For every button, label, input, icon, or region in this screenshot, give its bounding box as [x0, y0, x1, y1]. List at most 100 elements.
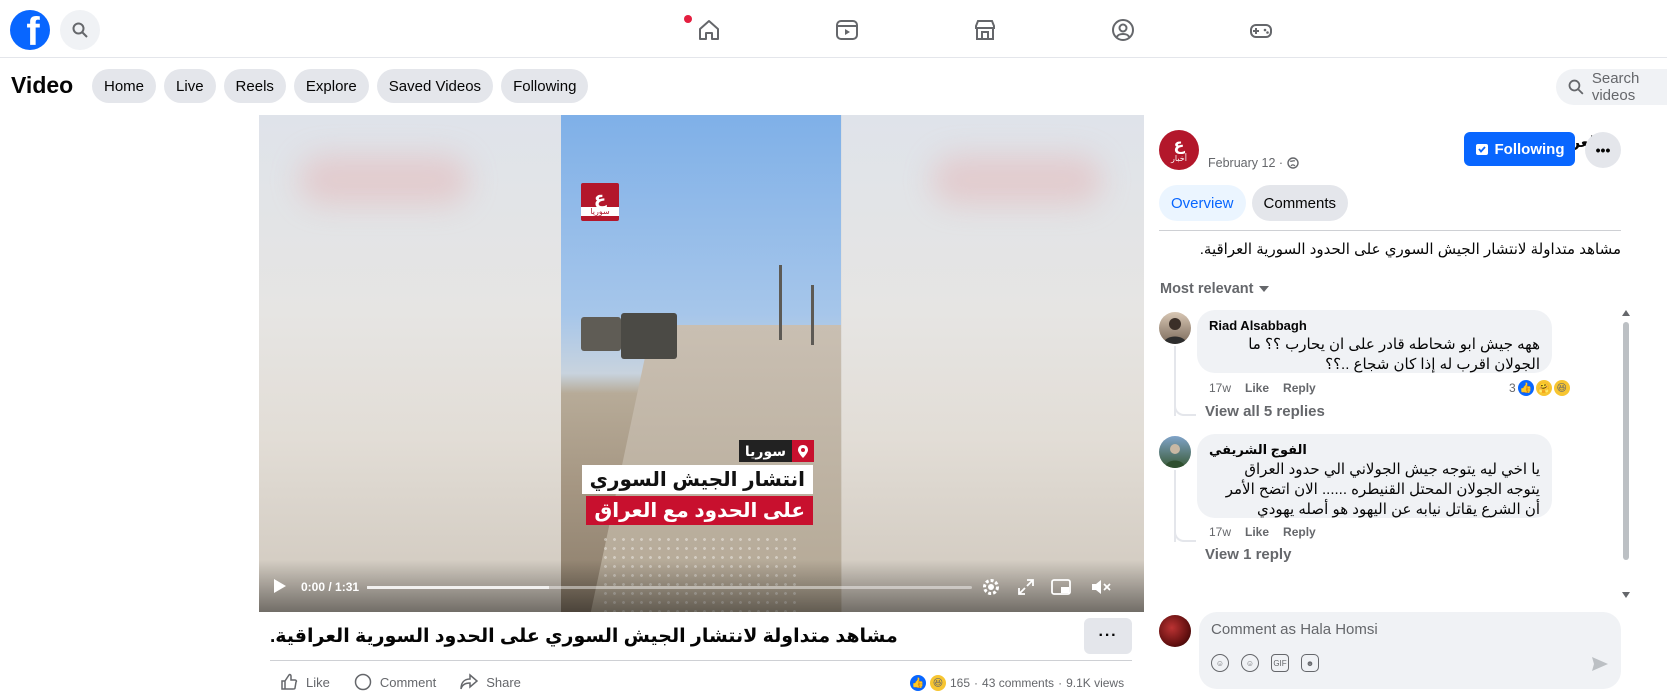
main-nav	[640, 12, 1330, 48]
muted-speaker-icon	[1092, 580, 1111, 594]
video-caption-line1: انتشار الجيش السوري	[581, 465, 813, 494]
post-description: مشاهد متداولة لانتشار الجيش السوري على ا…	[1199, 241, 1621, 258]
view-replies-link[interactable]: View all 5 replies	[1205, 403, 1325, 420]
nav-marketplace[interactable]	[916, 12, 1054, 48]
sticker-icon[interactable]: ☻	[1301, 654, 1319, 672]
tab-overview[interactable]: Overview	[1159, 185, 1246, 221]
fullscreen-button[interactable]	[1014, 575, 1038, 599]
panel-tabs: Overview Comments	[1159, 185, 1349, 221]
person-avatar-icon	[1165, 444, 1185, 468]
avatar-sticker-icon[interactable]: ☺	[1211, 654, 1229, 672]
like-reaction-icon: 👍	[1517, 380, 1534, 396]
post-more-button[interactable]: ···	[1084, 618, 1132, 654]
settings-button[interactable]	[979, 575, 1003, 599]
scroll-up-arrow-icon	[1622, 310, 1630, 316]
comment-sort-dropdown[interactable]: Most relevant	[1160, 281, 1270, 297]
comment-like-button[interactable]: Like	[1245, 525, 1269, 539]
divider	[1159, 230, 1621, 231]
search-icon	[1568, 79, 1584, 95]
progress-bar[interactable]	[367, 586, 972, 589]
gear-icon	[983, 579, 999, 595]
nav-home[interactable]	[640, 12, 778, 48]
facebook-logo-glyph: f	[26, 10, 40, 50]
picture-in-picture-icon	[1051, 579, 1071, 595]
comment-author[interactable]: الفوج الشريفي	[1209, 442, 1540, 458]
vehicle-image	[621, 313, 677, 359]
nav-video[interactable]	[778, 12, 916, 48]
like-button[interactable]: Like	[280, 673, 330, 691]
post-actions: Like Comment Share	[280, 673, 521, 691]
tab-reels[interactable]: Reels	[223, 69, 286, 103]
comment-button[interactable]: Comment	[354, 673, 436, 691]
blurred-background-right	[842, 115, 1144, 612]
player-controls: 0:00 / 1:31	[259, 560, 1144, 612]
comment-count[interactable]: 43 comments	[982, 676, 1054, 690]
page-more-button[interactable]: •••	[1585, 132, 1621, 168]
avatar[interactable]	[1159, 436, 1191, 468]
following-check-icon	[1475, 144, 1488, 155]
separator-dot: ·	[974, 676, 979, 690]
location-name: سوريا	[738, 440, 792, 462]
play-button[interactable]	[273, 578, 287, 599]
utility-pole	[779, 265, 782, 340]
tab-saved-videos[interactable]: Saved Videos	[376, 69, 494, 103]
thread-connector	[1174, 528, 1196, 542]
reaction-count[interactable]: 165	[950, 676, 970, 690]
facebook-logo[interactable]: f	[10, 10, 50, 50]
tab-explore[interactable]: Explore	[293, 69, 369, 103]
comment-reply-button[interactable]: Reply	[1283, 381, 1316, 395]
emoji-icon[interactable]: ☺	[1241, 654, 1259, 672]
gif-icon[interactable]: GIF	[1271, 654, 1289, 672]
page-avatar[interactable]: ع أخبار	[1159, 130, 1199, 170]
blur-highlight	[299, 155, 469, 205]
caret-down-icon	[1259, 286, 1270, 292]
pip-button[interactable]	[1049, 575, 1073, 599]
video-search-input[interactable]: Search videos	[1556, 69, 1667, 105]
share-label: Share	[486, 674, 521, 690]
comment-time[interactable]: 17w	[1209, 381, 1231, 395]
tab-home[interactable]: Home	[92, 69, 157, 103]
mute-button[interactable]	[1089, 575, 1113, 599]
comment-time[interactable]: 17w	[1209, 525, 1231, 539]
tab-following[interactable]: Following	[501, 69, 589, 103]
comments-scrollbar[interactable]	[1621, 310, 1631, 600]
post-details-panel: ع أخبار ✓ العربي - أخبار February 12 · F…	[1144, 115, 1667, 689]
share-icon	[460, 673, 479, 690]
post-date-text[interactable]: February 12 ·	[1208, 156, 1283, 170]
page-avatar-glyph: ع	[1173, 136, 1185, 154]
user-avatar[interactable]	[1159, 615, 1191, 647]
nav-gaming[interactable]	[1192, 12, 1330, 48]
comment-meta: 17w Like Reply	[1209, 381, 1316, 395]
top-navigation-bar: f	[0, 0, 1667, 58]
comment-like-button[interactable]: Like	[1245, 381, 1269, 395]
comment-label: Comment	[379, 674, 437, 690]
search-button[interactable]	[60, 10, 100, 50]
comment-reactions[interactable]: 3 👍 🤗 😆	[1509, 380, 1570, 396]
scrollbar-thumb[interactable]	[1623, 322, 1629, 560]
channel-logo-glyph: ع	[593, 187, 607, 208]
notification-dot	[684, 15, 692, 23]
more-dots-icon: ···	[1098, 627, 1118, 644]
post-title: مشاهد متداولة لانتشار الجيش السوري على ا…	[270, 626, 898, 647]
location-pin-icon	[792, 440, 814, 462]
like-label: Like	[306, 674, 330, 690]
home-icon	[699, 20, 719, 40]
avatar[interactable]	[1159, 312, 1191, 344]
tab-comments[interactable]: Comments	[1251, 185, 1349, 221]
comment-composer[interactable]: Comment as Hala Homsi ☺ ☺ GIF ☻	[1199, 612, 1621, 689]
nav-groups[interactable]	[1054, 12, 1192, 48]
share-button[interactable]: Share	[460, 673, 521, 691]
time-display: 0:00 / 1:31	[301, 580, 360, 594]
search-icon	[72, 22, 88, 38]
video-player[interactable]: ع سوريا سوريا انتشار الجيش السوري على ال…	[259, 115, 1144, 612]
buffer-fill	[367, 586, 549, 589]
comment-reply-button[interactable]: Reply	[1283, 525, 1316, 539]
following-button[interactable]: Following	[1464, 132, 1575, 166]
tab-live[interactable]: Live	[164, 69, 216, 103]
send-button[interactable]	[1591, 656, 1609, 677]
view-replies-link[interactable]: View 1 reply	[1205, 546, 1291, 563]
comment-author[interactable]: Riad Alsabbagh	[1209, 318, 1540, 333]
sort-label: Most relevant	[1160, 281, 1254, 297]
separator-dot: ·	[1058, 676, 1063, 690]
globe-icon	[1287, 157, 1299, 169]
